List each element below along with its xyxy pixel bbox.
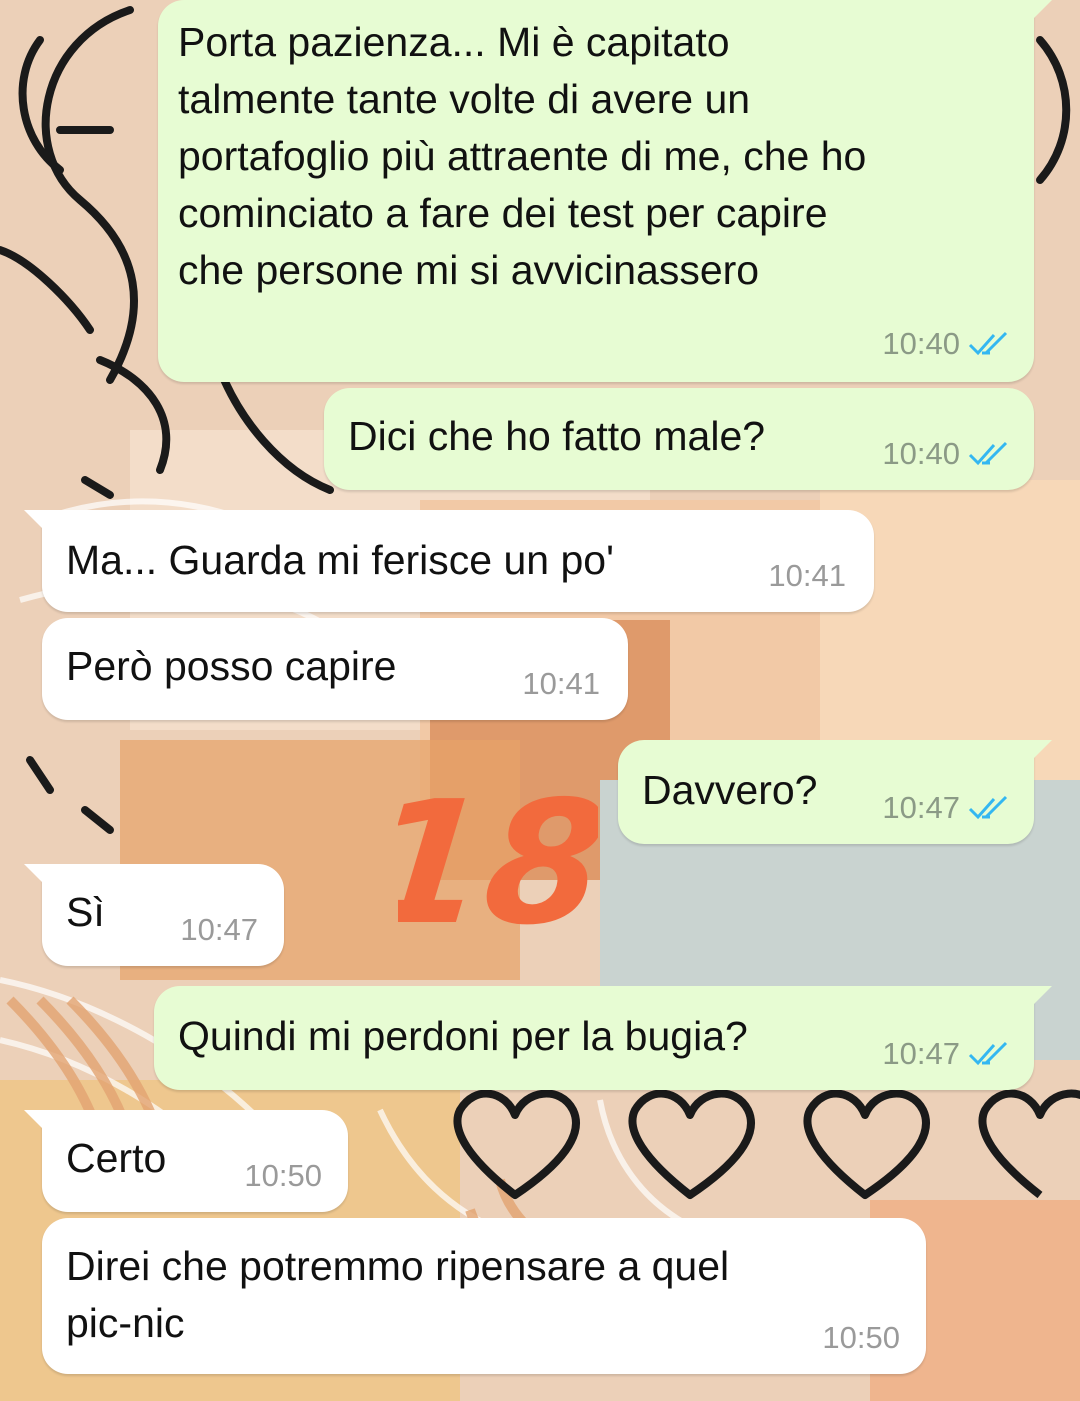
message-text: Davvero? — [642, 767, 818, 813]
message-text: Dici che ho fatto male? — [348, 413, 766, 459]
read-receipt-icon — [968, 795, 1008, 820]
message-time: 10:41 — [768, 558, 846, 593]
message-text: Direi che potremmo ripensare a quel pic-… — [66, 1243, 730, 1346]
message-time: 10:47 — [180, 912, 258, 947]
read-receipt-icon — [968, 1041, 1008, 1066]
message-time: 10:50 — [244, 1158, 322, 1193]
message-bubble-incoming[interactable]: Ma... Guarda mi ferisce un po' 10:41 — [24, 510, 874, 612]
message-text: Però posso capire — [66, 643, 397, 689]
message-bubble-incoming[interactable]: Però posso capire 10:41 — [42, 618, 628, 720]
read-receipt-icon — [968, 441, 1008, 466]
message-bubble-incoming[interactable]: Direi che potremmo ripensare a quel pic-… — [42, 1218, 926, 1374]
message-text: Sì — [66, 889, 105, 935]
message-bubble-incoming[interactable]: Sì 10:47 — [24, 864, 284, 966]
message-time: 10:47 — [882, 1036, 960, 1071]
message-time: 10:40 — [882, 436, 960, 471]
sticker-18: 18 — [398, 765, 598, 952]
message-bubble-outgoing[interactable]: Porta pazienza... Mi è capitato talmente… — [158, 0, 1052, 382]
message-time: 10:41 — [522, 666, 600, 701]
message-text: Certo — [66, 1135, 167, 1181]
message-bubble-incoming[interactable]: Certo 10:50 — [24, 1110, 348, 1212]
message-bubble-outgoing[interactable]: Dici che ho fatto male? 10:40 — [324, 388, 1034, 490]
message-time: 10:47 — [882, 790, 960, 825]
message-text: Ma... Guarda mi ferisce un po' — [66, 537, 614, 583]
message-list: Porta pazienza... Mi è capitato talmente… — [0, 0, 1080, 1401]
message-bubble-outgoing[interactable]: Davvero? 10:47 — [618, 740, 1052, 844]
message-time: 10:40 — [882, 326, 960, 361]
message-time: 10:50 — [822, 1320, 900, 1355]
read-receipt-icon — [968, 331, 1008, 356]
message-text: Porta pazienza... Mi è capitato talmente… — [178, 19, 867, 293]
message-text: Quindi mi perdoni per la bugia? — [178, 1013, 748, 1059]
message-bubble-outgoing[interactable]: Quindi mi perdoni per la bugia? 10:47 — [154, 986, 1052, 1090]
svg-text:18: 18 — [398, 765, 598, 952]
